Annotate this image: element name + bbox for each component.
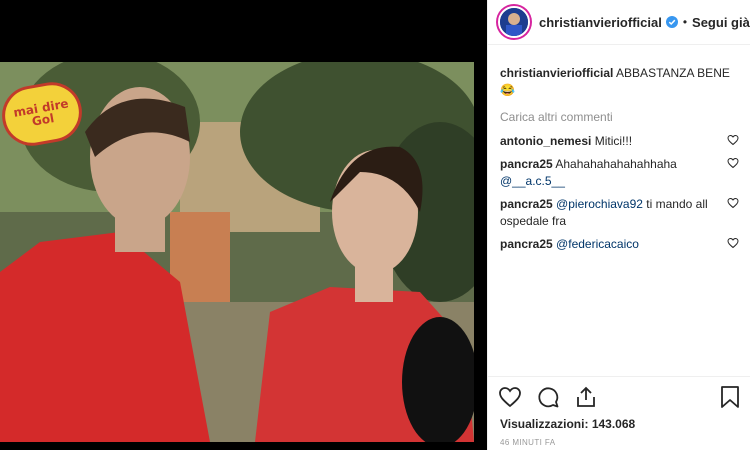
verified-badge-icon (665, 16, 678, 28)
post-sidebar: christianvieriofficial • Segui già chris… (487, 0, 750, 450)
caption-emoji: 😂 (500, 83, 515, 97)
comment-mention[interactable]: @pierochiava92 (556, 197, 643, 211)
action-bar (498, 385, 741, 411)
views-value: 143.068 (591, 417, 636, 431)
views-label: Visualizzazioni: (500, 417, 589, 431)
post-author-username[interactable]: christianvieriofficial (539, 15, 662, 30)
load-more-comments-button[interactable]: Carica altri commenti (500, 109, 739, 126)
comment-username[interactable]: pancra25 (500, 157, 553, 171)
comment-username[interactable]: antonio_nemesi (500, 134, 591, 148)
comment-text: Mitici!!! (594, 134, 633, 148)
comment-item: pancra25 @federicacaico (500, 236, 739, 253)
comment-like-heart-icon[interactable] (727, 157, 739, 169)
views-count: Visualizzazioni: 143.068 (500, 417, 635, 431)
comment-icon[interactable] (536, 385, 560, 409)
comment-text: Ahahahahahahahhaha (555, 157, 677, 171)
avatar-image (500, 8, 528, 36)
comment-like-heart-icon[interactable] (727, 134, 739, 146)
comment-mention[interactable]: @federicacaico (556, 237, 639, 251)
comment-username[interactable]: pancra25 (500, 197, 553, 211)
post-header: christianvieriofficial • Segui già (488, 0, 750, 45)
caption-username[interactable]: christianvieriofficial (500, 66, 613, 80)
header-separator: • (682, 15, 688, 29)
caption-text: ABBASTANZA BENE (616, 66, 730, 80)
post-caption: christianvieriofficial ABBASTANZA BENE 😂 (500, 65, 739, 99)
bookmark-icon[interactable] (719, 385, 741, 409)
show-logo-text: mai dire Gol (12, 96, 70, 129)
avatar[interactable] (498, 6, 530, 38)
share-icon[interactable] (574, 385, 598, 409)
comment-mention[interactable]: @__a.c.5__ (500, 174, 565, 188)
heart-icon[interactable] (498, 385, 522, 409)
comment-item: pancra25 Ahahahahahahahhaha @__a.c.5__ (500, 156, 739, 190)
comment-item: pancra25 @pierochiava92 ti mando all osp… (500, 196, 739, 230)
comments-list: christianvieriofficial ABBASTANZA BENE 😂… (488, 45, 750, 253)
comment-username[interactable]: pancra25 (500, 237, 553, 251)
video-player[interactable]: mai dire Gol (0, 0, 487, 450)
comment-item: antonio_nemesi Mitici!!! (500, 133, 739, 150)
follow-button[interactable]: Segui già (692, 15, 750, 30)
post-actions: Visualizzazioni: 143.068 46 MINUTI FA (488, 376, 750, 451)
comment-like-heart-icon[interactable] (727, 197, 739, 209)
post-timestamp: 46 MINUTI FA (500, 438, 556, 447)
comment-like-heart-icon[interactable] (727, 237, 739, 249)
video-frame[interactable]: mai dire Gol (0, 62, 474, 442)
